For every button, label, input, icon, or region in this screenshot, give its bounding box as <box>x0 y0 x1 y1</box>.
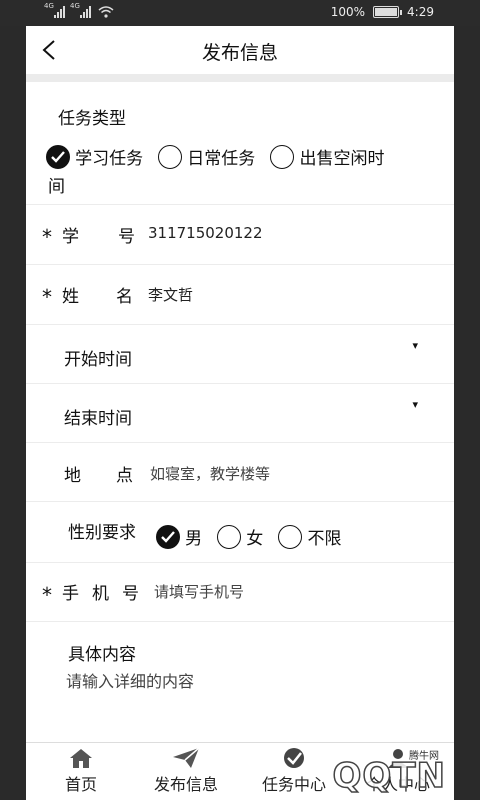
radio-unchecked-icon <box>270 144 295 169</box>
task-type-option-daily[interactable]: 日常任务 <box>158 144 260 169</box>
end-time-label: 结束时间 <box>64 409 132 429</box>
tab-label: 首页 <box>64 775 97 794</box>
location-label-1: 地 <box>64 466 81 486</box>
name-label-1: 姓 <box>62 287 79 307</box>
signal-icon-2: 4G <box>70 2 92 18</box>
phone-label-3: 号 <box>122 584 139 604</box>
name-row: * 姓 名 李文哲 <box>26 265 454 325</box>
start-time-label: 开始时间 <box>64 350 132 370</box>
student-id-row: * 学 号 311715020122 <box>26 205 454 265</box>
battery-icon <box>373 6 403 18</box>
bottom-tab-bar: 首页 发布信息 任务中心 个人中心 腾牛网 QQTN <box>26 742 454 800</box>
battery-percent: 100% <box>330 5 366 19</box>
gender-row: 性别要求 男 女 不限 <box>26 502 454 563</box>
task-type-options: 学习任务 日常任务 出售空闲时 <box>46 144 384 169</box>
name-field[interactable]: 李文哲 <box>148 284 193 305</box>
start-time-row[interactable]: 开始时间 ▾ <box>26 325 454 384</box>
network-type-1: 4G <box>44 2 54 10</box>
task-type-option-label: 学习任务 <box>75 149 144 169</box>
radio-unchecked-icon <box>278 524 303 549</box>
signal-icon: 4G <box>44 2 66 18</box>
status-bar: 4G 4G 100% 4:29 <box>0 0 480 26</box>
header: 发布信息 <box>26 26 454 74</box>
tab-label: 发布信息 <box>153 775 218 794</box>
gender-label: 性别要求 <box>68 523 136 543</box>
task-type-option-label: 出售空闲时 <box>299 149 385 169</box>
watermark-logo-text: QQTN <box>332 755 446 797</box>
name-label-2: 名 <box>116 287 133 307</box>
app-screen: 发布信息 任务类型 学习任务 日常任务 出售空闲时 间 * 学 号 311715… <box>26 26 454 800</box>
gender-options: 男 女 不限 <box>156 524 341 549</box>
task-type-option-study[interactable]: 学习任务 <box>46 144 148 169</box>
home-icon <box>70 749 92 768</box>
required-mark: * <box>42 583 52 607</box>
divider <box>26 74 454 82</box>
location-row: 地 点 如寝室，教学楼等 <box>26 443 454 502</box>
wifi-icon <box>98 6 114 18</box>
phone-field[interactable]: 请填写手机号 <box>154 581 244 602</box>
required-mark: * <box>42 285 52 309</box>
page-title: 发布信息 <box>201 42 278 64</box>
clock: 4:29 <box>407 5 434 19</box>
details-label: 具体内容 <box>68 645 136 665</box>
phone-label-1: 手 <box>62 584 79 604</box>
task-type-label: 任务类型 <box>58 109 126 129</box>
radio-unchecked-icon <box>217 524 242 549</box>
watermark: 腾牛网 QQTN <box>294 730 454 800</box>
student-id-label-2: 号 <box>118 227 135 247</box>
radio-unchecked-icon <box>158 144 183 169</box>
gender-option-label: 不限 <box>307 529 342 549</box>
gender-option-label: 女 <box>246 529 264 549</box>
tab-publish[interactable]: 发布信息 <box>144 747 228 795</box>
task-type-option-wrap-text: 间 <box>48 177 65 197</box>
location-field[interactable]: 如寝室，教学楼等 <box>150 463 270 484</box>
task-type-row: 任务类型 学习任务 日常任务 出售空闲时 间 <box>26 82 454 205</box>
form: 任务类型 学习任务 日常任务 出售空闲时 间 * 学 号 31171502012… <box>26 82 454 722</box>
dropdown-caret-icon[interactable]: ▾ <box>412 339 418 352</box>
gender-option-male[interactable]: 男 <box>156 524 207 549</box>
radio-checked-icon <box>46 144 70 169</box>
dropdown-caret-icon[interactable]: ▾ <box>412 398 418 411</box>
phone-label-2: 机 <box>92 584 109 604</box>
student-id-label-1: 学 <box>62 227 79 247</box>
task-type-option-sell-time[interactable]: 出售空闲时 <box>270 144 384 169</box>
end-time-row[interactable]: 结束时间 ▾ <box>26 384 454 443</box>
required-mark: * <box>42 225 52 249</box>
phone-row: * 手 机 号 请填写手机号 <box>26 563 454 622</box>
student-id-field[interactable]: 311715020122 <box>148 224 263 242</box>
details-row: 具体内容 请输入详细的内容 <box>26 622 454 722</box>
send-icon <box>173 747 200 768</box>
radio-checked-icon <box>156 524 180 549</box>
gender-option-label: 男 <box>185 529 203 549</box>
network-type-2: 4G <box>70 2 80 10</box>
gender-option-any[interactable]: 不限 <box>278 524 341 549</box>
gender-option-female[interactable]: 女 <box>217 524 268 549</box>
tab-home[interactable]: 首页 <box>56 747 106 795</box>
details-textarea[interactable]: 请输入详细的内容 <box>66 668 194 692</box>
location-label-2: 点 <box>116 466 133 486</box>
task-type-option-label: 日常任务 <box>187 149 256 169</box>
